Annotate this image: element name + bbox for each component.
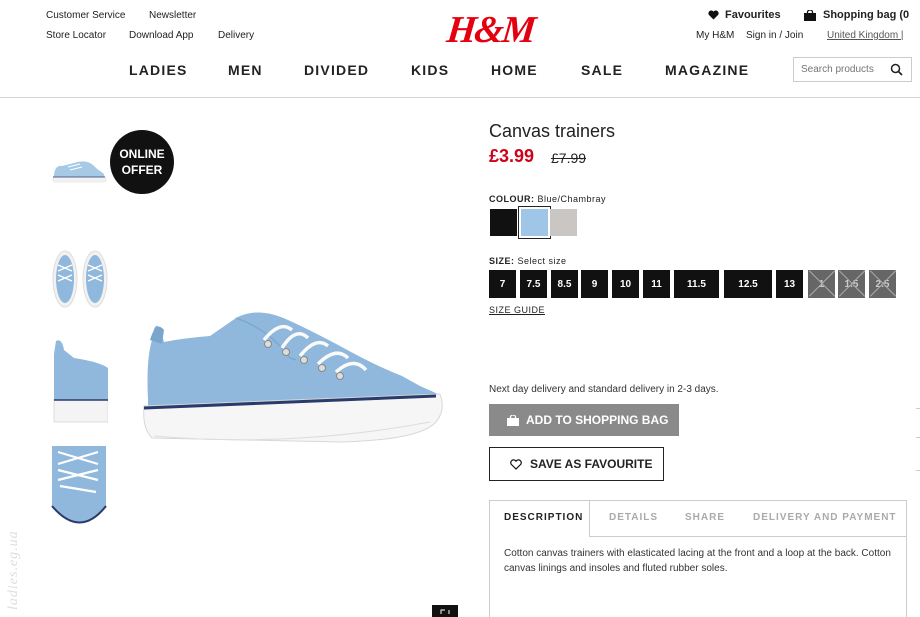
top-bar: Customer Service Newsletter Store Locato… [0, 0, 920, 52]
product-info-tabs: DESCRIPTION DETAILS SHARE DELIVERY AND P… [489, 500, 907, 617]
sale-price: £3.99 [489, 146, 535, 166]
product-title: Canvas trainers [489, 121, 616, 141]
nav-divided[interactable]: DIVIDED [304, 62, 369, 78]
add-to-bag-label: ADD TO SHOPPING BAG [526, 413, 669, 427]
my-hm-link[interactable]: My H&M [696, 30, 734, 41]
shopping-bag-icon [804, 9, 816, 21]
favourites-label: Favourites [725, 9, 781, 21]
shopping-bag-icon [507, 414, 519, 426]
product-description: Cotton canvas trainers with elasticated … [504, 548, 891, 574]
size-label-row: SIZE: Select size [489, 256, 567, 266]
size-option-10[interactable]: 10 [612, 270, 639, 298]
nav-sale[interactable]: SALE [581, 62, 623, 78]
newsletter-link[interactable]: Newsletter [149, 10, 196, 21]
badge-line-1: ONLINE [119, 147, 165, 161]
colour-label-row: COLOUR: Blue/Chambray [489, 194, 606, 204]
nav-ladies[interactable]: LADIES [129, 62, 188, 78]
size-label: SIZE: [489, 256, 515, 266]
size-option-7[interactable]: 7 [489, 270, 516, 298]
save-favourite-label: SAVE AS FAVOURITE [530, 457, 653, 471]
delivery-info: Next day delivery and standard delivery … [489, 384, 719, 395]
search-icon[interactable] [890, 63, 903, 76]
heart-icon [708, 10, 719, 20]
shopping-bag-label: Shopping bag (0 [823, 9, 910, 21]
tab-share[interactable]: SHARE [685, 512, 725, 523]
edge-mark [916, 470, 920, 471]
watermark: ladies.eg.ua [6, 530, 21, 610]
tab-delivery-payment[interactable]: DELIVERY AND PAYMENT [753, 512, 897, 523]
size-option-1-5-unavailable: 1.5 [838, 270, 865, 298]
thumbnail-top-pair[interactable] [50, 243, 108, 309]
online-offer-badge: ONLINE OFFER [110, 130, 174, 194]
tab-details[interactable]: DETAILS [609, 512, 658, 523]
heart-outline-icon [510, 458, 522, 470]
size-option-2-5-unavailable: 2.5 [869, 270, 896, 298]
country-selector-link[interactable]: United Kingdom | [827, 30, 904, 41]
header-divider [0, 97, 920, 98]
add-to-bag-button[interactable]: ADD TO SHOPPING BAG [489, 404, 679, 436]
nav-home[interactable]: HOME [491, 62, 538, 78]
shopping-bag-link[interactable]: Shopping bag (0 [804, 9, 909, 21]
sign-in-link[interactable]: Sign in / Join [746, 30, 803, 41]
size-value: Select size [517, 256, 567, 266]
size-option-11-5[interactable]: 11.5 [674, 270, 719, 298]
favourites-link[interactable]: Favourites [708, 9, 781, 21]
swatch-grey[interactable] [550, 209, 577, 236]
size-option-11[interactable]: 11 [643, 270, 670, 298]
size-option-9[interactable]: 9 [581, 270, 608, 298]
edge-mark [916, 408, 920, 409]
swatch-blue-chambray[interactable] [518, 206, 551, 239]
size-option-7-5[interactable]: 7.5 [520, 270, 547, 298]
colour-value: Blue/Chambray [537, 194, 607, 204]
hm-logo[interactable]: H&M [445, 8, 537, 52]
download-app-link[interactable]: Download App [129, 30, 194, 41]
swatch-black[interactable] [490, 209, 517, 236]
store-locator-link[interactable]: Store Locator [46, 30, 106, 41]
tab-description[interactable]: DESCRIPTION [504, 512, 583, 523]
size-option-8-5[interactable]: 8.5 [551, 270, 578, 298]
badge-line-2: OFFER [121, 163, 163, 177]
expand-image-button[interactable] [432, 605, 458, 617]
nav-men[interactable]: MEN [228, 62, 263, 78]
edge-mark [916, 437, 920, 438]
save-favourite-button[interactable]: SAVE AS FAVOURITE [489, 447, 664, 481]
original-price: £7.99 [551, 150, 587, 166]
product-main-image[interactable] [140, 300, 450, 450]
main-nav: LADIES MEN DIVIDED KIDS HOME SALE MAGAZI… [0, 62, 920, 80]
nav-magazine[interactable]: MAGAZINE [665, 62, 749, 78]
customer-service-link[interactable]: Customer Service [46, 10, 125, 21]
size-option-12-5[interactable]: 12.5 [724, 270, 772, 298]
size-guide-link[interactable]: SIZE GUIDE [489, 305, 545, 315]
search-box [793, 57, 912, 82]
search-input[interactable] [801, 64, 887, 75]
thumbnail-heel[interactable] [50, 336, 108, 429]
size-option-13[interactable]: 13 [776, 270, 803, 298]
colour-label: COLOUR: [489, 194, 535, 204]
tab-bar: DESCRIPTION DETAILS SHARE DELIVERY AND P… [490, 501, 906, 537]
delivery-link[interactable]: Delivery [218, 30, 254, 41]
thumbnail-side[interactable] [50, 150, 108, 186]
size-option-1-unavailable: 1 [808, 270, 835, 298]
nav-kids[interactable]: KIDS [411, 62, 449, 78]
thumbnail-toe[interactable] [50, 446, 108, 539]
